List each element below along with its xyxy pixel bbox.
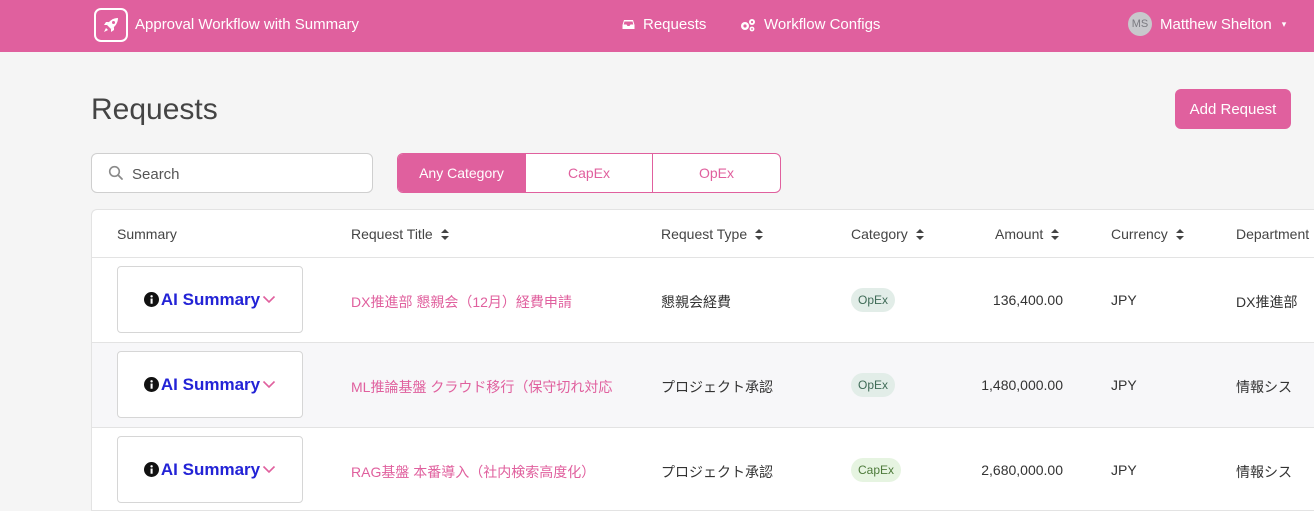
- column-summary: Summary: [117, 226, 177, 242]
- ai-summary-toggle[interactable]: AI Summary: [117, 436, 303, 503]
- column-currency[interactable]: Currency: [1111, 226, 1184, 242]
- amount: 2,680,000.00: [981, 462, 1063, 478]
- app-title[interactable]: Approval Workflow with Summary: [135, 16, 359, 33]
- nav-requests[interactable]: Requests: [622, 16, 706, 33]
- category-any-button[interactable]: Any Category: [398, 154, 526, 192]
- amount: 1,480,000.00: [981, 377, 1063, 393]
- nav-requests-label: Requests: [643, 16, 707, 33]
- request-type: プロジェクト承認: [661, 464, 773, 480]
- column-category[interactable]: Category: [851, 226, 924, 242]
- request-title-link[interactable]: RAG基盤 本番導入（社内検索高度化）: [351, 462, 595, 482]
- avatar: MS: [1128, 12, 1152, 36]
- user-name: Matthew Shelton: [1160, 15, 1272, 33]
- category-capex-button[interactable]: CapEx: [526, 154, 653, 192]
- category-opex-button[interactable]: OpEx: [653, 154, 780, 192]
- column-department[interactable]: Department: [1236, 226, 1309, 242]
- column-amount-label: Amount: [995, 226, 1044, 242]
- chevron-down-icon: ▾: [1281, 18, 1287, 29]
- info-circle-icon: [143, 292, 159, 307]
- chevron-down-icon: [263, 380, 276, 389]
- info-circle-icon: [143, 377, 159, 392]
- page-title: Requests: [91, 93, 218, 126]
- table-row[interactable]: AI Summary DX推進部 懇親会（12月）経費申請 懇親会経費 OpEx…: [92, 258, 1314, 343]
- column-request-type[interactable]: Request Type: [661, 226, 764, 242]
- sort-icon: [915, 228, 924, 240]
- rocket-logo-icon[interactable]: [94, 8, 128, 42]
- requests-table: Summary Request Title Request Type Categ…: [91, 209, 1314, 511]
- department: 情報シス: [1236, 379, 1292, 395]
- sort-icon: [1051, 228, 1060, 240]
- table-row[interactable]: AI Summary ML推論基盤 クラウド移行（保守切れ対応 プロジェクト承認…: [92, 343, 1314, 428]
- request-title-link[interactable]: DX推進部 懇親会（12月）経費申請: [351, 292, 572, 312]
- ai-summary-label: AI Summary: [160, 374, 261, 394]
- column-request-title-label: Request Title: [351, 226, 433, 242]
- cogs-icon: [741, 18, 755, 31]
- currency: JPY: [1111, 377, 1137, 393]
- ai-summary-label: AI Summary: [160, 459, 261, 479]
- sort-icon: [440, 228, 449, 240]
- search-input[interactable]: [132, 162, 362, 186]
- amount: 136,400.00: [992, 292, 1063, 308]
- column-currency-label: Currency: [1111, 226, 1168, 242]
- search-box[interactable]: [91, 153, 373, 193]
- table-header: Summary Request Title Request Type Categ…: [92, 210, 1314, 258]
- department: DX推進部: [1236, 294, 1298, 310]
- user-menu[interactable]: MS Matthew Shelton ▾: [1128, 12, 1286, 36]
- category-badge: OpEx: [851, 288, 896, 312]
- search-icon: [108, 165, 123, 180]
- request-type: プロジェクト承認: [661, 379, 773, 395]
- column-summary-label: Summary: [117, 226, 177, 242]
- ai-summary-toggle[interactable]: AI Summary: [117, 266, 303, 333]
- column-request-title[interactable]: Request Title: [351, 226, 449, 242]
- request-title-link[interactable]: ML推論基盤 クラウド移行（保守切れ対応: [351, 377, 612, 397]
- column-request-type-label: Request Type: [661, 226, 748, 242]
- add-request-button[interactable]: Add Request: [1175, 89, 1291, 129]
- ai-summary-label: AI Summary: [160, 289, 261, 309]
- nav-workflow-configs-label: Workflow Configs: [764, 16, 881, 33]
- chevron-down-icon: [263, 465, 276, 474]
- info-circle-icon: [143, 462, 159, 477]
- request-type: 懇親会経費: [661, 294, 731, 310]
- category-badge: CapEx: [851, 458, 902, 482]
- column-category-label: Category: [851, 226, 908, 242]
- chevron-down-icon: [263, 295, 276, 304]
- currency: JPY: [1111, 292, 1137, 308]
- sort-icon: [1175, 228, 1184, 240]
- category-filter: Any Category CapEx OpEx: [397, 153, 781, 193]
- ai-summary-toggle[interactable]: AI Summary: [117, 351, 303, 418]
- nav-workflow-configs[interactable]: Workflow Configs: [740, 16, 880, 33]
- currency: JPY: [1111, 462, 1137, 478]
- column-department-label: Department: [1236, 226, 1310, 242]
- column-amount[interactable]: Amount: [995, 226, 1060, 242]
- sort-icon: [755, 228, 764, 240]
- inbox-icon: [622, 20, 635, 29]
- table-row[interactable]: AI Summary RAG基盤 本番導入（社内検索高度化） プロジェクト承認 …: [92, 428, 1314, 510]
- top-navbar: Approval Workflow with Summary Requests …: [0, 0, 1314, 52]
- category-badge: OpEx: [851, 373, 896, 397]
- department: 情報シス: [1236, 464, 1292, 480]
